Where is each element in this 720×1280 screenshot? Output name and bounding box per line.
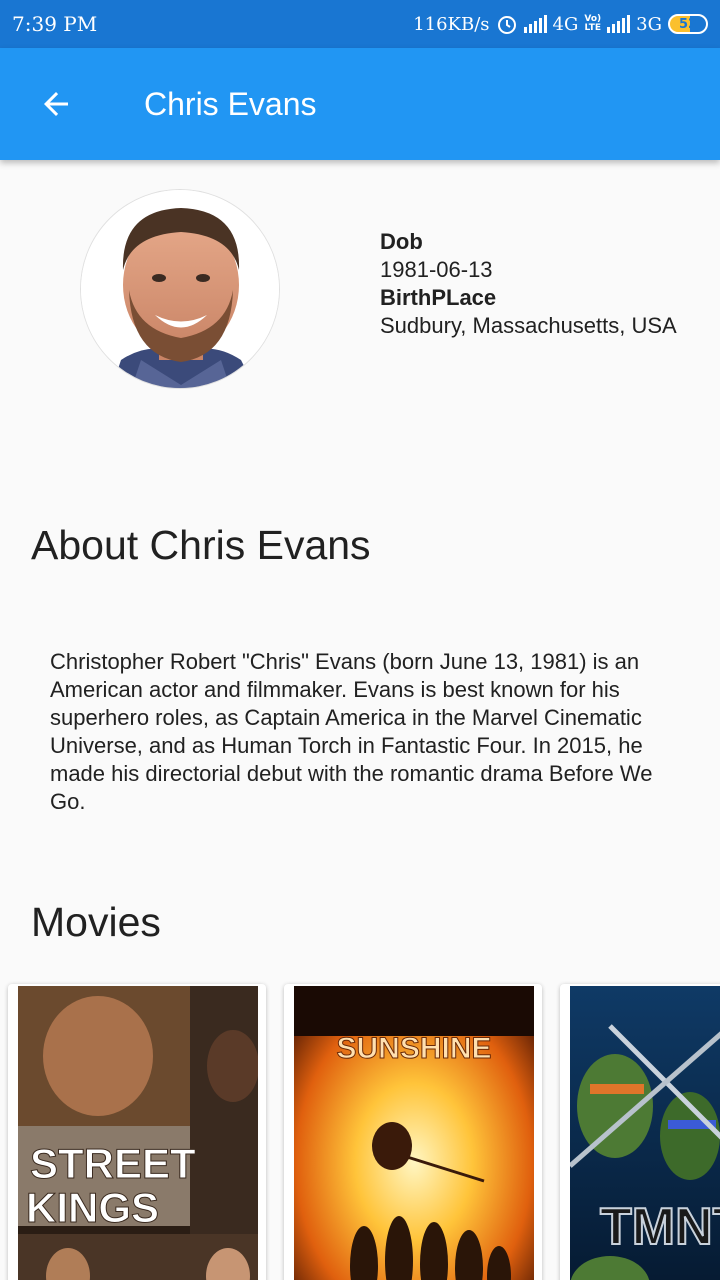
dob-label: Dob bbox=[380, 229, 423, 254]
movie-poster: STREET KINGS bbox=[18, 986, 258, 1280]
movie-card-sunshine[interactable]: SUNSHINE bbox=[284, 984, 542, 1280]
profile-avatar bbox=[80, 189, 280, 389]
status-time: 7:39 PM bbox=[12, 12, 98, 36]
movie-poster: TMNT bbox=[570, 986, 720, 1280]
movies-heading: Movies bbox=[31, 899, 161, 945]
poster-title-line1: STREET bbox=[30, 1140, 196, 1187]
birthplace-value: Sudbury, Massachusetts, USA bbox=[380, 313, 677, 338]
movie-card-tmnt[interactable]: TMNT bbox=[560, 984, 720, 1280]
dob-value: 1981-06-13 bbox=[380, 257, 493, 282]
movie-card-street-kings[interactable]: STREET KINGS bbox=[8, 984, 266, 1280]
movies-list[interactable]: STREET KINGS SUNSHINE TMN bbox=[0, 976, 720, 1280]
network-type-2: 3G bbox=[636, 13, 662, 35]
page-title: Chris Evans bbox=[144, 86, 317, 122]
birthplace-label: BirthPLace bbox=[380, 285, 497, 310]
arrow-back-icon bbox=[44, 92, 68, 116]
about-heading: About Chris Evans bbox=[31, 522, 371, 568]
signal-icon bbox=[523, 15, 547, 33]
alarm-icon bbox=[497, 16, 516, 34]
network-type-1: 4G bbox=[552, 13, 579, 35]
poster-title: TMNT bbox=[600, 1198, 720, 1256]
network-speed: 116KB/s bbox=[413, 13, 490, 35]
poster-title: SUNSHINE bbox=[336, 1032, 491, 1065]
profile-info: Dob 1981-06-13 BirthPLace Sudbury, Massa… bbox=[380, 228, 677, 340]
poster-title-line2: KINGS bbox=[26, 1184, 159, 1231]
signal-icon-2 bbox=[607, 15, 631, 33]
app-bar: Chris Evans bbox=[0, 48, 720, 160]
back-button[interactable] bbox=[28, 78, 84, 130]
movie-poster: SUNSHINE bbox=[294, 986, 534, 1280]
status-icons: 116KB/s 4G Vo) LTE 3G 52 bbox=[413, 13, 708, 35]
battery-icon: 52 bbox=[668, 14, 708, 34]
about-text: Christopher Robert "Chris" Evans (born J… bbox=[50, 649, 653, 814]
status-bar: 7:39 PM 116KB/s 4G Vo) LTE 3G 52 bbox=[0, 0, 720, 48]
volte-icon: Vo) LTE bbox=[584, 14, 602, 33]
